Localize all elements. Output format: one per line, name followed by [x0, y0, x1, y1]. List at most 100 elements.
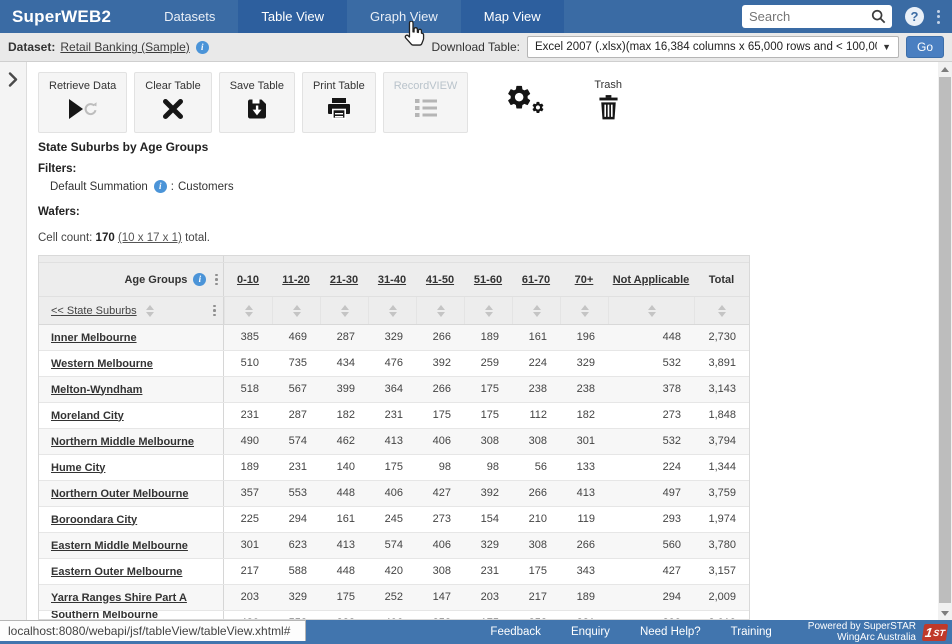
column-sort-icon[interactable]: [389, 305, 397, 317]
age-groups-info-icon[interactable]: i: [193, 273, 206, 286]
value-cell: 1,974: [694, 507, 749, 532]
column-header-link[interactable]: 11-20: [282, 274, 310, 286]
scroll-up-arrow-icon: [941, 67, 949, 72]
column-header-link[interactable]: Not Applicable: [613, 274, 690, 286]
row-dimension-cell: << State Suburbs: [39, 297, 224, 324]
row-label-link[interactable]: Boroondara City: [51, 514, 137, 526]
row-label-cell: Melton-Wyndham: [39, 377, 224, 402]
column-sort-icon[interactable]: [341, 305, 349, 317]
column-header-link[interactable]: 21-30: [330, 274, 358, 286]
value-cell: 430: [224, 611, 272, 619]
scroll-up-button[interactable]: [938, 62, 952, 76]
value-cell: 406: [416, 533, 464, 558]
retrieve-icon: [66, 97, 99, 126]
sort-down-icon: [437, 312, 445, 317]
search-input[interactable]: [742, 9, 871, 24]
column-sort-icon[interactable]: [581, 305, 589, 317]
scrollbar-thumb[interactable]: [939, 77, 951, 603]
value-cell: 434: [320, 351, 368, 376]
vertical-scrollbar[interactable]: [938, 62, 952, 620]
column-sort-icon[interactable]: [718, 305, 726, 317]
row-label-link[interactable]: Northern Middle Melbourne: [51, 436, 194, 448]
value-cell: 231: [560, 611, 608, 619]
column-sort-icon[interactable]: [485, 305, 493, 317]
trash-dropzone[interactable]: Trash: [594, 72, 622, 133]
column-sort-icon[interactable]: [245, 305, 253, 317]
value-cell: 224: [512, 351, 560, 376]
column-sort-icon[interactable]: [533, 305, 541, 317]
value-cell: 385: [224, 325, 272, 350]
nav-tab-table-view[interactable]: Table View: [238, 0, 347, 33]
footer-link-feedback[interactable]: Feedback: [490, 626, 541, 638]
value-cell: 231: [464, 559, 512, 584]
dataset-info-icon[interactable]: i: [196, 41, 209, 54]
nav-tab-map-view[interactable]: Map View: [461, 0, 564, 33]
column-sort-icon[interactable]: [293, 305, 301, 317]
value-cell: 510: [224, 351, 272, 376]
state-suburbs-menu-icon[interactable]: [213, 303, 216, 319]
nav-tab-datasets[interactable]: Datasets: [141, 0, 238, 33]
overflow-menu-icon[interactable]: [937, 7, 940, 26]
value-cell: 238: [560, 377, 608, 402]
save-table-button[interactable]: Save Table: [219, 72, 295, 133]
value-cell: 196: [560, 325, 608, 350]
row-label-link[interactable]: Melton-Wyndham: [51, 384, 142, 396]
dataset-bar: Dataset: Retail Banking (Sample) i Downl…: [0, 33, 952, 62]
value-cell: 245: [368, 507, 416, 532]
footer-link-training[interactable]: Training: [731, 626, 772, 638]
footer-links: Feedback Enquiry Need Help? Training: [490, 626, 771, 638]
nav-tab-graph-view[interactable]: Graph View: [347, 0, 461, 33]
expand-panel-chevron-icon[interactable]: [8, 72, 18, 87]
sort-up-icon: [293, 305, 301, 310]
table-options-gear-icon[interactable]: [505, 83, 549, 122]
dataset-name-link[interactable]: Retail Banking (Sample): [60, 40, 189, 54]
age-groups-menu-icon[interactable]: [215, 272, 218, 288]
cell-count-link[interactable]: (10 x 17 x 1): [118, 232, 182, 244]
clear-table-button[interactable]: Clear Table: [134, 72, 211, 133]
search-icon[interactable]: [871, 9, 886, 24]
row-label-link[interactable]: Yarra Ranges Shire Part A: [51, 592, 187, 604]
table-row: Hume City1892311401759898561332241,344: [39, 455, 749, 481]
row-label-link[interactable]: Eastern Outer Melbourne: [51, 566, 182, 578]
value-cell: 448: [320, 559, 368, 584]
column-sort-icon[interactable]: [648, 305, 656, 317]
row-label-link[interactable]: Western Melbourne: [51, 358, 153, 370]
filter-row: Default Summation i : Customers: [50, 180, 234, 193]
column-header-link[interactable]: 41-50: [426, 274, 454, 286]
column-dimension-label[interactable]: Age Groups: [124, 274, 187, 286]
row-label-link[interactable]: Eastern Middle Melbourne: [51, 540, 188, 552]
filter-name: Default Summation: [50, 181, 148, 193]
print-table-button[interactable]: Print Table: [302, 72, 376, 133]
row-label-link[interactable]: Moreland City: [51, 410, 124, 422]
column-header-link[interactable]: 61-70: [522, 274, 550, 286]
filter-info-icon[interactable]: i: [154, 180, 167, 193]
trash-icon: [598, 95, 619, 125]
column-header-link[interactable]: 31-40: [378, 274, 406, 286]
column-header-link[interactable]: 51-60: [474, 274, 502, 286]
scroll-down-button[interactable]: [938, 606, 952, 620]
footer-link-enquiry[interactable]: Enquiry: [571, 626, 610, 638]
sort-up-icon: [341, 305, 349, 310]
sort-down-icon: [485, 312, 493, 317]
toolbar-button-label: RecordVIEW: [394, 80, 458, 92]
row-label-link[interactable]: Southern Melbourne: [51, 611, 158, 619]
row-label-link[interactable]: Northern Outer Melbourne: [51, 488, 189, 500]
help-icon[interactable]: ?: [905, 7, 924, 26]
powered-line1: Powered by SuperSTAR: [808, 621, 916, 632]
download-format-select[interactable]: Excel 2007 (.xlsx)(max 16,384 columns x …: [527, 36, 899, 58]
column-header-link[interactable]: 70+: [575, 274, 594, 286]
value-cell: 3,143: [694, 377, 749, 402]
row-dimension-label[interactable]: << State Suburbs: [51, 305, 137, 317]
search-box[interactable]: [742, 5, 892, 28]
value-cell: 189: [464, 325, 512, 350]
row-label-link[interactable]: Hume City: [51, 462, 105, 474]
value-cell: 518: [224, 377, 272, 402]
column-sort-icon[interactable]: [437, 305, 445, 317]
value-cell: 161: [320, 507, 368, 532]
row-label-link[interactable]: Inner Melbourne: [51, 332, 137, 344]
state-suburbs-sort-icon[interactable]: [146, 305, 154, 317]
retrieve-data-button[interactable]: Retrieve Data: [38, 72, 127, 133]
go-button[interactable]: Go: [906, 36, 944, 58]
footer-link-need-help-[interactable]: Need Help?: [640, 626, 701, 638]
column-header-link[interactable]: 0-10: [237, 274, 259, 286]
